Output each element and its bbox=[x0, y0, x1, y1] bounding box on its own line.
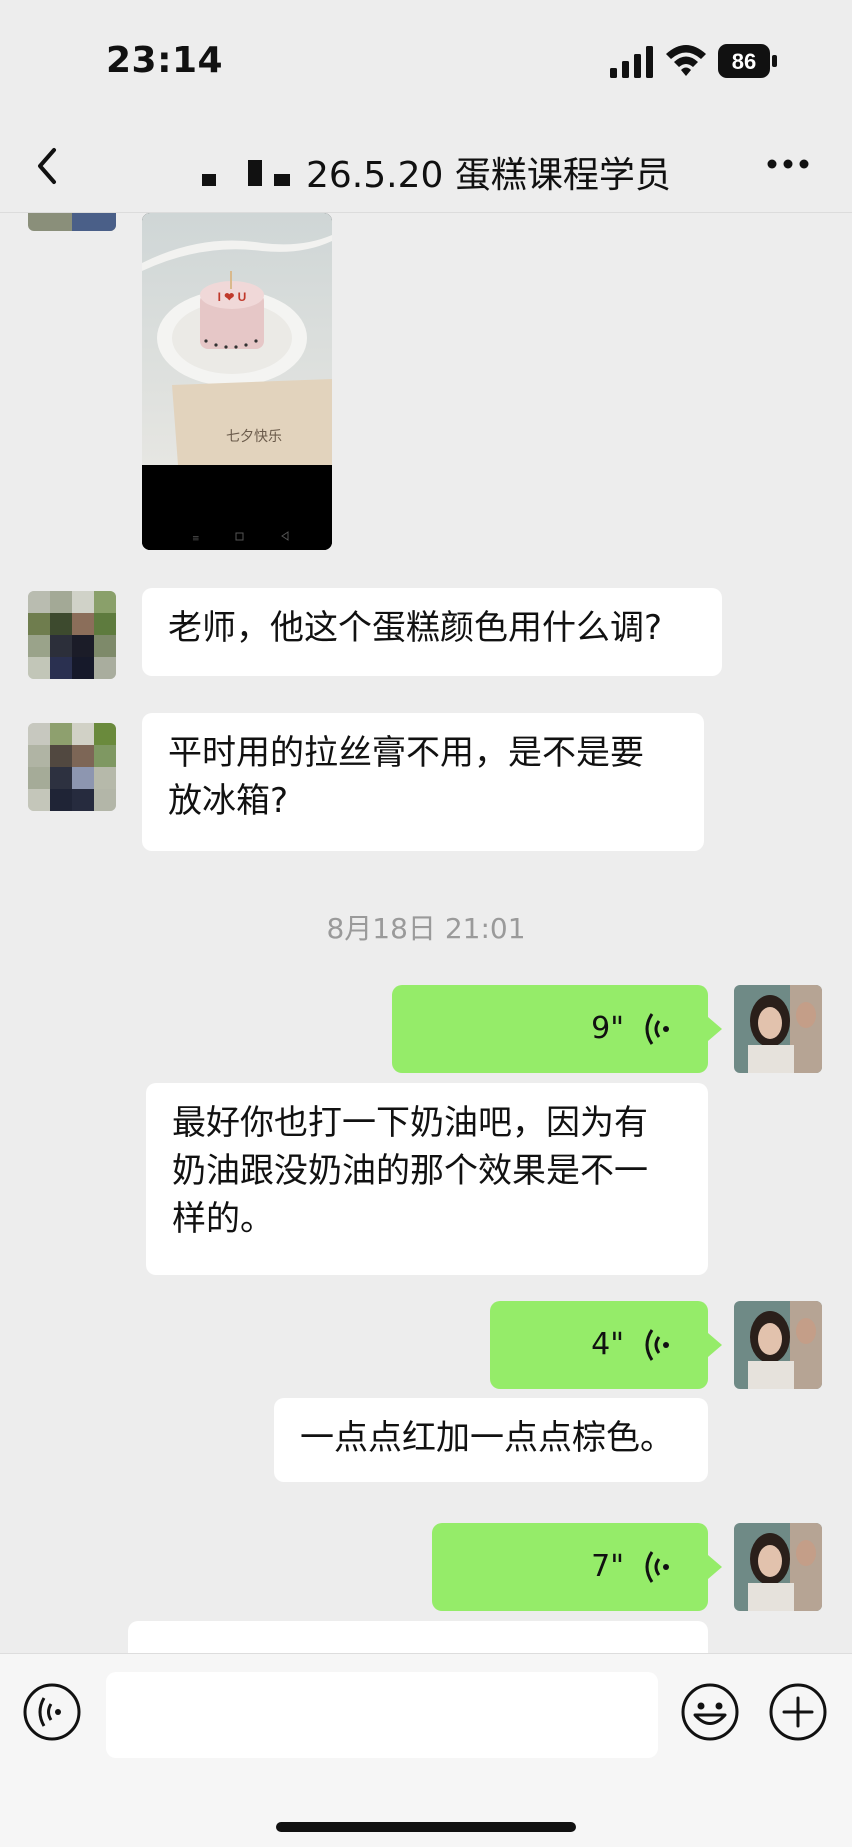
message-text: 一点点红加一点点棕色。 bbox=[300, 1418, 674, 1458]
voice-wave-icon bbox=[645, 1329, 669, 1361]
image-message[interactable]: I ❤ U 七夕快乐 ≡ bbox=[142, 213, 332, 550]
voice-wave-icon bbox=[645, 1551, 669, 1583]
message-text-line: 奶油跟没奶油的那个效果是不一 bbox=[172, 1151, 648, 1191]
my-avatar[interactable] bbox=[734, 1301, 822, 1389]
voice-message[interactable]: 7" bbox=[432, 1523, 708, 1611]
message-bubble-incoming[interactable]: 老师，他这个蛋糕颜色用什么调? bbox=[142, 588, 722, 676]
message-bubble-incoming[interactable]: 最好你也打一下奶油吧，因为有 奶油跟没奶油的那个效果是不一 样的。 bbox=[146, 1083, 708, 1275]
my-avatar[interactable] bbox=[734, 1523, 822, 1611]
back-icon[interactable] bbox=[32, 142, 64, 190]
message-bubble-incoming[interactable]: 一点点红加一点点棕色。 bbox=[274, 1398, 708, 1482]
chat-title[interactable]: 26.5.20 蛋糕课程学员 bbox=[200, 142, 671, 196]
message-text-line: 平时用的拉丝膏不用，是不是要 bbox=[168, 733, 644, 773]
message-bubble-incoming[interactable]: 平时用的拉丝膏不用，是不是要 放冰箱? bbox=[142, 713, 704, 851]
message-text-line: 放冰箱? bbox=[168, 781, 289, 821]
cake-photo: I ❤ U 七夕快乐 ≡ bbox=[142, 213, 332, 550]
redacted-name-block bbox=[202, 160, 290, 186]
battery-level: 86 bbox=[732, 49, 756, 74]
voice-message[interactable]: 9" bbox=[392, 985, 708, 1073]
voice-message[interactable]: 4" bbox=[490, 1301, 708, 1389]
status-time: 23:14 bbox=[106, 40, 224, 81]
message-text: 老师，他这个蛋糕颜色用什么调? bbox=[168, 608, 663, 648]
message-input[interactable] bbox=[106, 1672, 658, 1758]
home-indicator bbox=[276, 1822, 576, 1832]
voice-duration: 4" bbox=[591, 1327, 624, 1362]
emoji-icon[interactable] bbox=[680, 1682, 740, 1742]
card-text: 七夕快乐 bbox=[226, 429, 282, 445]
avatar[interactable] bbox=[28, 723, 116, 811]
voice-duration: 9" bbox=[591, 1011, 624, 1046]
cake-topper-text: I ❤ U bbox=[218, 290, 247, 304]
signal-icon bbox=[610, 46, 653, 78]
message-timestamp: 8月18日 21:01 bbox=[326, 912, 526, 945]
message-text-line: 最好你也打一下奶油吧，因为有 bbox=[172, 1103, 648, 1143]
message-bubble-incoming-partial[interactable] bbox=[128, 1621, 708, 1653]
voice-mode-icon[interactable] bbox=[22, 1682, 82, 1742]
chat-header: 26.5.20 蛋糕课程学员 bbox=[0, 120, 852, 213]
svg-text:≡: ≡ bbox=[192, 534, 200, 544]
battery-icon: 86 bbox=[718, 44, 777, 78]
avatar[interactable] bbox=[28, 213, 116, 231]
message-text-line: 样的。 bbox=[172, 1199, 274, 1239]
voice-duration: 7" bbox=[591, 1549, 624, 1584]
more-icon[interactable] bbox=[766, 156, 810, 172]
status-bar: 23:14 86 bbox=[0, 0, 852, 120]
chat-message-list[interactable]: I ❤ U 七夕快乐 ≡ 老师，他这个蛋糕颜色用什么调? 平时用的拉丝膏不用，是… bbox=[0, 213, 852, 1653]
page-title: 26.5.20 蛋糕课程学员 bbox=[306, 155, 671, 196]
avatar[interactable] bbox=[28, 591, 116, 679]
my-avatar[interactable] bbox=[734, 985, 822, 1073]
wifi-icon bbox=[666, 45, 706, 76]
plus-icon[interactable] bbox=[768, 1682, 828, 1742]
voice-wave-icon bbox=[645, 1013, 669, 1045]
input-bar bbox=[0, 1653, 852, 1847]
